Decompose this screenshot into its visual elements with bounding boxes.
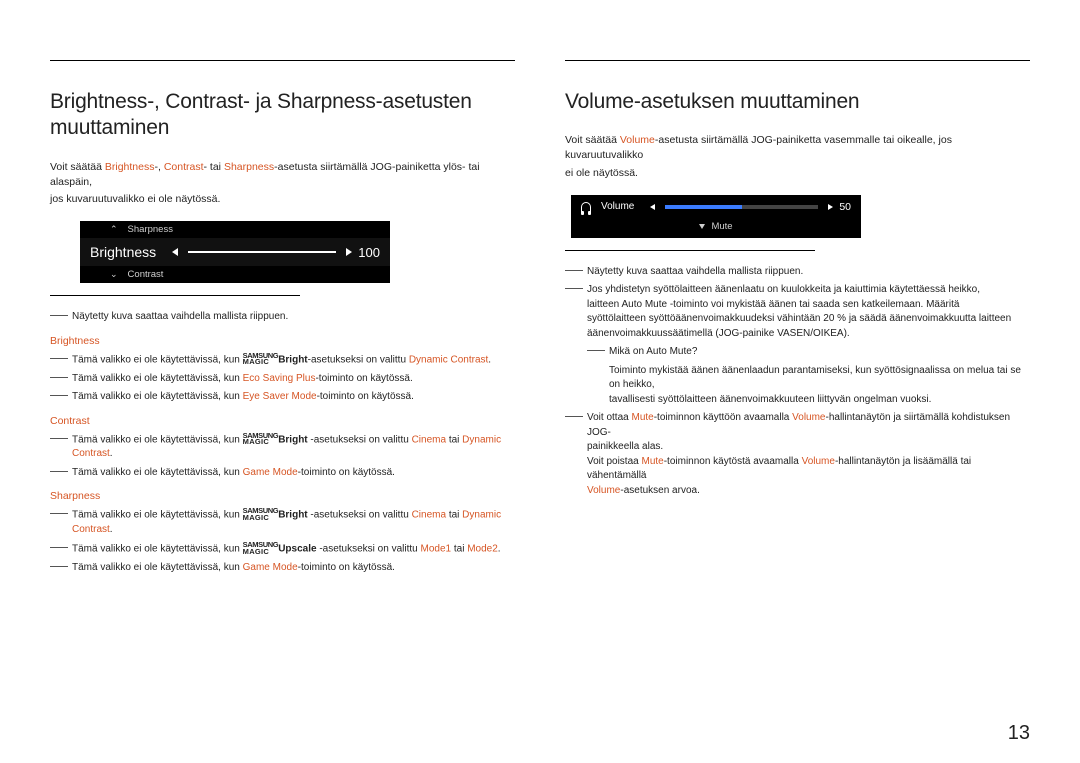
mute-row: Mute	[571, 219, 861, 238]
subhead-brightness: Brightness	[50, 335, 515, 347]
headphone-icon	[581, 202, 591, 212]
note-sharpness-2: Tämä valikko ei ole käytettävissä, kun S…	[50, 542, 515, 557]
note-image-vary: Näytetty kuva saattaa vaihdella mallista…	[50, 310, 515, 325]
osd-contrast-label: Contrast	[128, 269, 164, 280]
volume-row: Volume 50	[571, 195, 861, 219]
volume-osd: Volume 50 Mute	[571, 195, 861, 238]
note-contrast-2: Tämä valikko ei ole käytettävissä, kun G…	[50, 466, 515, 481]
chevron-up-icon: ⌃	[110, 224, 118, 235]
osd-brightness-label: Brightness	[90, 244, 156, 260]
volume-track	[665, 205, 818, 209]
note-image-vary-r: Näytetty kuva saattaa vaihdella mallista…	[565, 265, 1030, 280]
triangle-left-icon	[172, 248, 178, 256]
subhead-contrast: Contrast	[50, 415, 515, 427]
subhead-sharpness: Sharpness	[50, 490, 515, 502]
brightness-osd: ⌃ Sharpness Brightness 100 ⌄ Contrast	[80, 221, 390, 283]
note-sharpness-3: Tämä valikko ei ole käytettävissä, kun G…	[50, 561, 515, 576]
left-intro: Voit säätää Brightness-, Contrast- tai S…	[50, 160, 515, 190]
note-brightness-3: Tämä valikko ei ole käytettävissä, kun E…	[50, 390, 515, 405]
note-contrast-1: Tämä valikko ei ole käytettävissä, kun S…	[50, 433, 515, 462]
note-automute: Jos yhdistetyn syöttölaitteen äänenlaatu…	[565, 283, 1030, 341]
right-intro-2: ei ole näytössä.	[565, 166, 1030, 181]
osd-row-brightness: Brightness 100	[80, 238, 390, 266]
page-number: 13	[1008, 722, 1030, 745]
mute-label: Mute	[711, 221, 732, 232]
right-intro: Voit säätää Volume-asetusta siirtämällä …	[565, 133, 1030, 163]
volume-value: 50	[839, 201, 851, 213]
separator	[565, 250, 815, 251]
note-brightness-1: Tämä valikko ei ole käytettävissä, kun S…	[50, 353, 515, 368]
triangle-down-icon	[699, 224, 705, 229]
note-brightness-2: Tämä valikko ei ole käytettävissä, kun E…	[50, 372, 515, 387]
volume-label: Volume	[601, 201, 634, 212]
left-heading: Brightness-, Contrast- ja Sharpness-aset…	[50, 89, 515, 142]
triangle-right-icon	[346, 248, 352, 256]
right-heading: Volume-asetuksen muuttaminen	[565, 89, 1030, 115]
left-column: Brightness-, Contrast- ja Sharpness-aset…	[50, 60, 515, 579]
triangle-right-icon	[828, 204, 833, 210]
osd-row-contrast: ⌄ Contrast	[80, 266, 390, 283]
brightness-slider: 100	[172, 245, 380, 260]
note-mute: Voit ottaa Mute-toiminnon käyttöön avaam…	[565, 411, 1030, 498]
brightness-track	[188, 251, 336, 253]
separator	[50, 295, 300, 296]
top-rule	[50, 60, 515, 61]
note-automute-q: Mikä on Auto Mute?	[565, 345, 1030, 360]
left-intro-2: jos kuvaruutuvalikko ei ole näytössä.	[50, 192, 515, 207]
note-sharpness-1: Tämä valikko ei ole käytettävissä, kun S…	[50, 508, 515, 537]
volume-slider: 50	[650, 201, 851, 213]
chevron-down-icon: ⌄	[110, 269, 118, 280]
note-automute-a: Toiminto mykistää äänen äänenlaadun para…	[565, 364, 1030, 408]
volume-fill	[665, 205, 741, 209]
right-column: Volume-asetuksen muuttaminen Voit säätää…	[565, 60, 1030, 579]
top-rule	[565, 60, 1030, 61]
triangle-left-icon	[650, 204, 655, 210]
osd-sharpness-label: Sharpness	[128, 224, 173, 235]
brightness-value: 100	[358, 245, 380, 260]
osd-row-sharpness: ⌃ Sharpness	[80, 221, 390, 238]
